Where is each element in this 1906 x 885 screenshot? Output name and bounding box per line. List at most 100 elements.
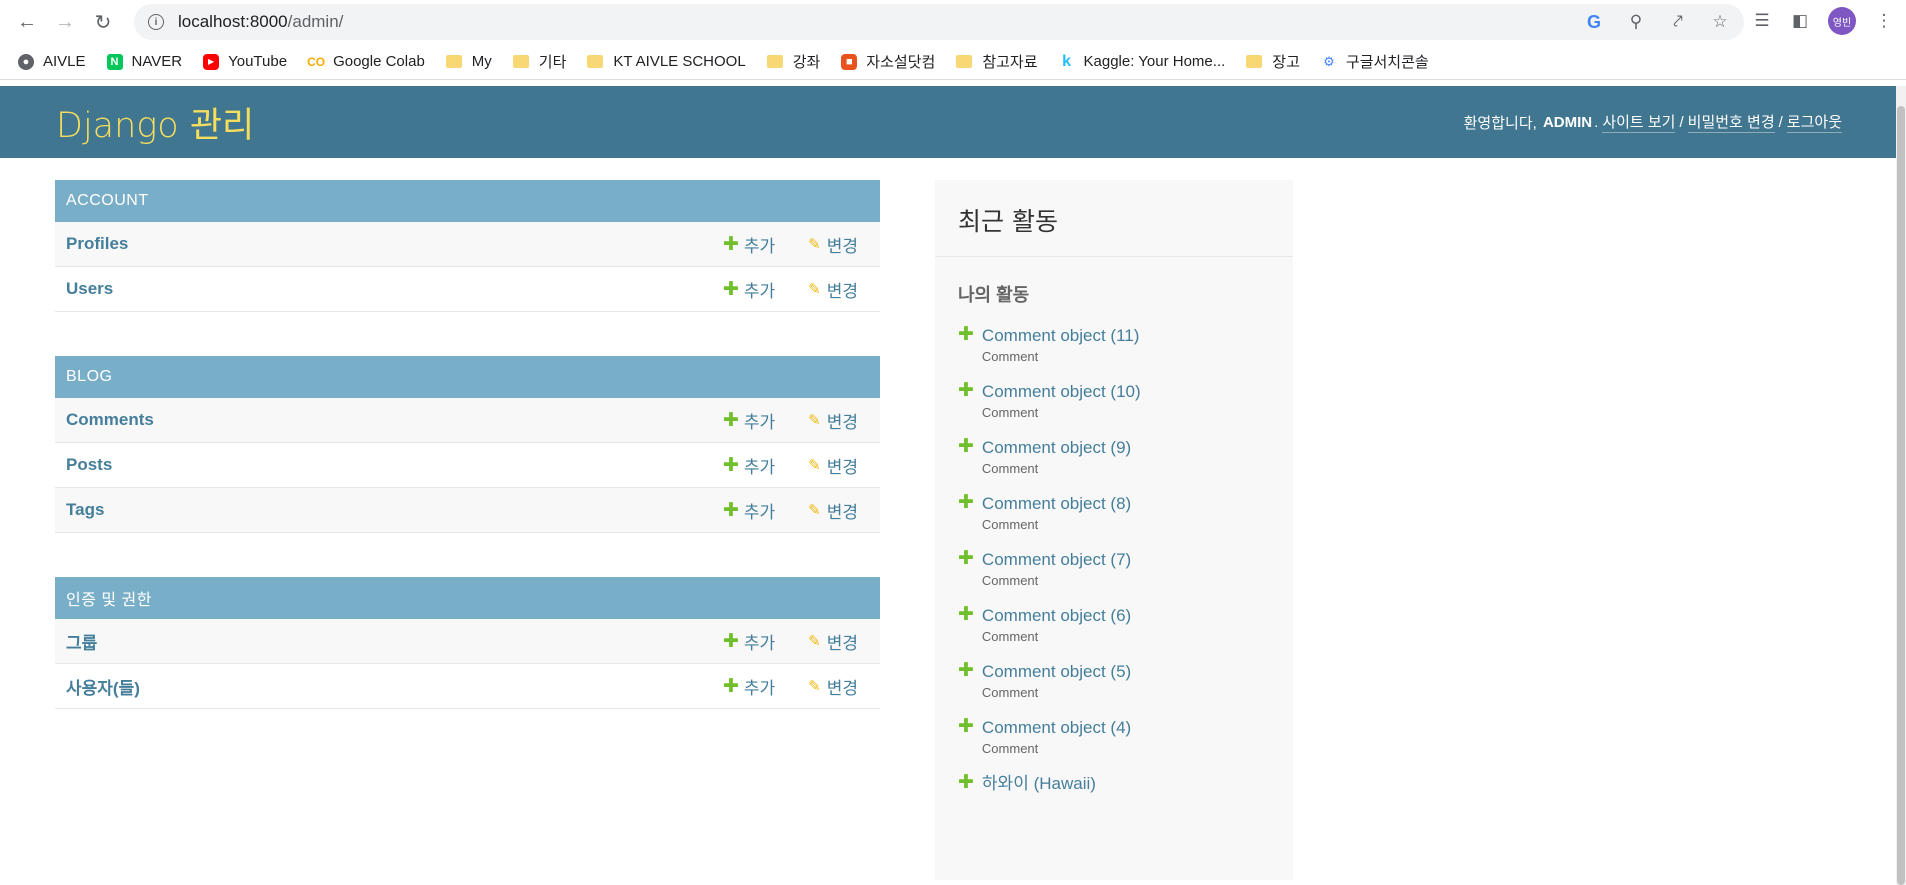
change-label: 변경 xyxy=(826,502,858,522)
action-link[interactable]: Comment object (11) xyxy=(982,325,1139,347)
bookmarks-bar: ● AIVLE N NAVER ▶ YouTube CO Google Colab My… xyxy=(0,44,1906,80)
plus-icon: ✚ xyxy=(958,324,974,345)
reading-list-icon[interactable]: ☰ xyxy=(1752,11,1772,31)
back-arrow-icon[interactable]: ← xyxy=(12,7,42,37)
user-tools: 환영합니다, ADMIN. 사이트 보기 / 비밀번호 변경 / 로그아웃 xyxy=(1464,111,1846,133)
pencil-icon: ✎ xyxy=(808,678,821,695)
action-list: ✚ Comment object (11) Comment ✚ Comment obj… xyxy=(935,325,1293,797)
bookmark-label: 구글서치콘솔 xyxy=(1345,54,1429,71)
add-link[interactable]: ✚ 추가 xyxy=(723,408,775,433)
logout-link[interactable]: 로그아웃 xyxy=(1786,111,1842,133)
model-link[interactable]: Profiles xyxy=(66,234,723,254)
pencil-icon: ✎ xyxy=(808,457,821,474)
address-bar[interactable]: i localhost:8000/admin/ G ⚲ ⤤ ☆ xyxy=(134,4,1744,40)
model-link[interactable]: 그룹 xyxy=(66,629,723,654)
add-label: 추가 xyxy=(743,412,776,432)
plus-icon: ✚ xyxy=(958,380,974,401)
bookmark-search-console[interactable]: ⚙ 구글서치콘솔 xyxy=(1321,51,1429,72)
action-link[interactable]: Comment object (10) xyxy=(982,381,1141,403)
change-link[interactable]: ✎ 변경 xyxy=(808,408,858,433)
bookmark-label: NAVER xyxy=(131,53,183,70)
bookmark-kaggle[interactable]: k Kaggle: Your Home... xyxy=(1059,53,1225,71)
action-type: Comment xyxy=(981,629,1039,644)
action-link[interactable]: Comment object (5) xyxy=(982,661,1131,683)
action-item: ✚ Comment object (11) Comment xyxy=(958,324,1270,365)
side-panel-icon[interactable]: ◧ xyxy=(1790,11,1810,31)
add-link[interactable]: ✚ 추가 xyxy=(723,453,775,478)
add-label: 추가 xyxy=(743,633,776,653)
change-link[interactable]: ✎ 변경 xyxy=(808,453,858,478)
site-branding[interactable]: Django 관리 xyxy=(56,97,254,148)
action-link[interactable]: Comment object (6) xyxy=(982,605,1131,627)
bookmark-reference[interactable]: 참고자료 xyxy=(956,51,1038,72)
google-lens-icon[interactable]: G xyxy=(1584,12,1604,33)
bookmark-kt-aivle[interactable]: KT AIVLE SCHOOL xyxy=(587,53,746,70)
model-row: Comments ✚ 추가 ✎ 변경 xyxy=(55,398,880,443)
add-link[interactable]: ✚ 추가 xyxy=(723,629,775,654)
reload-icon[interactable]: ↻ xyxy=(88,7,118,37)
action-type: Comment xyxy=(981,461,1039,476)
add-label: 추가 xyxy=(743,457,776,477)
bookmark-star-icon[interactable]: ☆ xyxy=(1710,12,1730,32)
bookmark-label: 자소설닷컴 xyxy=(866,54,936,71)
profile-avatar[interactable]: 영빈 xyxy=(1828,7,1856,35)
add-link[interactable]: ✚ 추가 xyxy=(723,277,775,302)
url-text[interactable]: localhost:8000/admin/ xyxy=(178,12,343,32)
site-info-icon[interactable]: i xyxy=(148,14,164,30)
url-path: /admin/ xyxy=(287,12,344,31)
add-link[interactable]: ✚ 추가 xyxy=(723,674,775,699)
model-link[interactable]: Comments xyxy=(66,410,723,430)
bookmark-jasoseol[interactable]: ■ 자소설닷컴 xyxy=(841,51,935,72)
my-actions-title: 나의 활동 xyxy=(958,285,1030,305)
model-link[interactable]: Users xyxy=(66,279,723,299)
app-module-account: ACCOUNT Profiles ✚ 추가 ✎ 변경 Users ✚ 추가 ✎ 변경 xyxy=(55,180,880,312)
app-caption[interactable]: BLOG xyxy=(55,356,880,398)
bookmark-youtube[interactable]: ▶ YouTube xyxy=(203,53,287,70)
add-link[interactable]: ✚ 추가 xyxy=(723,498,775,523)
app-list: ACCOUNT Profiles ✚ 추가 ✎ 변경 Users ✚ 추가 ✎ 변경 B… xyxy=(55,180,880,753)
model-link[interactable]: 사용자(들) xyxy=(66,674,723,699)
scrollbar[interactable] xyxy=(1896,86,1906,885)
model-row: Tags ✚ 추가 ✎ 변경 xyxy=(55,488,880,533)
change-link[interactable]: ✎ 변경 xyxy=(808,277,858,302)
action-link[interactable]: Comment object (4) xyxy=(982,717,1131,739)
app-caption[interactable]: 인증 및 권한 xyxy=(55,577,880,619)
action-link[interactable]: Comment object (7) xyxy=(982,549,1131,571)
model-link[interactable]: Tags xyxy=(66,500,723,520)
add-link[interactable]: ✚ 추가 xyxy=(723,232,775,257)
bookmark-colab[interactable]: CO Google Colab xyxy=(307,53,425,70)
change-link[interactable]: ✎ 변경 xyxy=(808,498,858,523)
change-link[interactable]: ✎ 변경 xyxy=(808,674,858,699)
share-icon[interactable]: ⤤ xyxy=(1668,12,1688,32)
change-link[interactable]: ✎ 변경 xyxy=(808,232,858,257)
change-password-link[interactable]: 비밀번호 변경 xyxy=(1687,111,1775,133)
action-item: ✚ 하와이 (Hawaii) xyxy=(958,773,1270,797)
action-link[interactable]: Comment object (9) xyxy=(982,437,1131,459)
bookmark-django[interactable]: 장고 xyxy=(1246,51,1300,72)
bookmark-lecture[interactable]: 강좌 xyxy=(766,51,820,72)
scroll-thumb[interactable] xyxy=(1897,106,1905,885)
zoom-icon[interactable]: ⚲ xyxy=(1626,12,1646,32)
naver-icon: N xyxy=(106,53,123,70)
plus-icon: ✚ xyxy=(958,604,974,625)
action-type: Comment xyxy=(981,573,1039,588)
action-link[interactable]: Comment object (8) xyxy=(982,493,1131,515)
more-menu-icon[interactable]: ⋮ xyxy=(1874,11,1894,31)
view-site-link[interactable]: 사이트 보기 xyxy=(1602,111,1676,133)
bookmark-naver[interactable]: N NAVER xyxy=(106,53,183,70)
change-link[interactable]: ✎ 변경 xyxy=(808,629,858,654)
pencil-icon: ✎ xyxy=(808,281,821,298)
bookmark-etc[interactable]: 기타 xyxy=(512,51,566,72)
plus-icon: ✚ xyxy=(958,772,974,793)
welcome-text: 환영합니다, xyxy=(1463,114,1537,132)
folder-icon xyxy=(445,55,462,68)
model-link[interactable]: Posts xyxy=(66,455,723,475)
action-link[interactable]: 하와이 (Hawaii) xyxy=(982,773,1096,795)
action-type: Comment xyxy=(981,685,1039,700)
bookmark-aivle[interactable]: ● AIVLE xyxy=(18,53,86,70)
bookmark-my[interactable]: My xyxy=(445,53,492,70)
model-row: 사용자(들) ✚ 추가 ✎ 변경 xyxy=(55,664,880,709)
plus-icon: ✚ xyxy=(722,454,739,476)
forward-arrow-icon[interactable]: → xyxy=(50,7,80,37)
app-caption[interactable]: ACCOUNT xyxy=(55,180,880,222)
